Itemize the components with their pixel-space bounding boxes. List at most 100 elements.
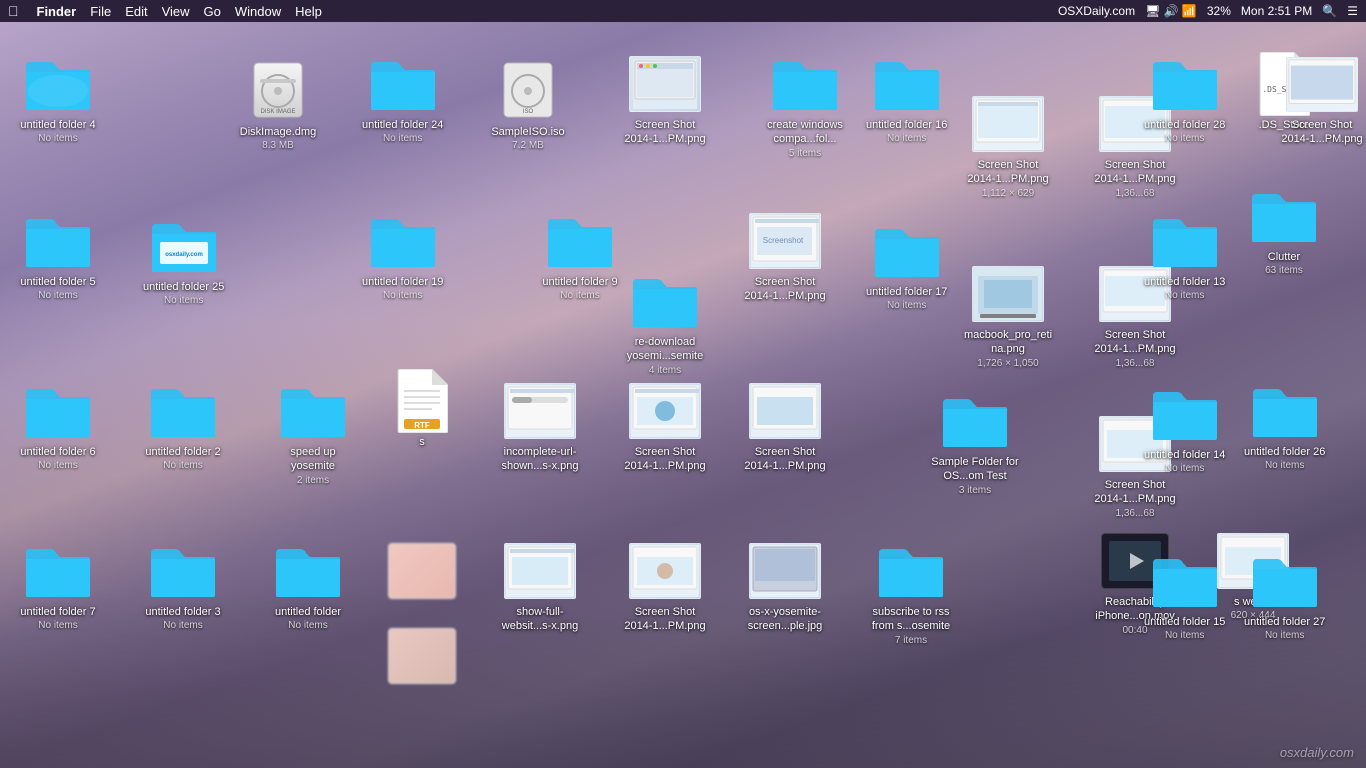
svg-text:ISO: ISO: [523, 109, 534, 115]
desktop-item-ss4[interactable]: Screenshot Screen Shot 2014-1...PM.png: [740, 207, 830, 304]
screenshot-icon-wrapper: [625, 50, 705, 118]
desktop-item-uf16[interactable]: untitled folder 16 No items: [866, 50, 947, 144]
desktop-item-blurred1[interactable]: [382, 537, 462, 605]
menubar-icons: 🖥 🔊 📶: [1145, 4, 1197, 18]
file-menu[interactable]: File: [90, 4, 111, 19]
item-sublabel: No items: [38, 290, 77, 301]
desktop-item-ss9[interactable]: Screen Shot 2014-1...PM.png: [620, 537, 710, 634]
item-label: untitled folder 16: [866, 118, 947, 132]
desktop-item-cwc[interactable]: create windows compa...fol... 5 items: [760, 50, 850, 159]
folder-icon: [1151, 386, 1219, 442]
desktop-item-uf15[interactable]: untitled folder 15 No items: [1144, 547, 1225, 641]
item-label: untitled folder 17: [866, 285, 947, 299]
desktop-item-uf3[interactable]: untitled folder 3 No items: [143, 537, 223, 631]
item-label: Screen Shot 2014-1...PM.png: [1278, 118, 1366, 147]
item-sublabel: 7 items: [895, 635, 927, 646]
item-label: untitled folder 13: [1144, 275, 1225, 289]
desktop-item-showfull[interactable]: show-full-websit...s-x.png: [495, 537, 585, 634]
edit-menu[interactable]: Edit: [125, 4, 147, 19]
folder-icon: [369, 213, 437, 269]
desktop-item-ss6[interactable]: Screen Shot 2014-1...PM.png: [620, 377, 710, 474]
desktop-item-ss7[interactable]: Screen Shot 2014-1...PM.png: [740, 377, 830, 474]
item-label: untitled folder 27: [1244, 615, 1325, 629]
folder-icon-wrapper: osxdaily.com: [144, 212, 224, 280]
item-label: untitled folder 19: [362, 275, 443, 289]
window-menu[interactable]: Window: [235, 4, 281, 19]
item-sublabel: 1,112 × 629: [982, 188, 1034, 199]
list-icon[interactable]: ☰: [1347, 4, 1358, 18]
item-label: Screen Shot 2014-1...PM.png: [620, 118, 710, 147]
desktop-item-speedup[interactable]: speed up yosemite 2 items: [268, 377, 358, 486]
folder-icon: [1250, 188, 1318, 244]
screenshot-thumb: [504, 543, 576, 599]
menubar:  Finder File Edit View Go Window Help O…: [0, 0, 1366, 22]
item-label: show-full-websit...s-x.png: [495, 605, 585, 634]
item-label: re-download yosemi...semite: [620, 335, 710, 364]
desktop-item-incompleteurl[interactable]: incomplete-url-shown...s-x.png: [495, 377, 585, 474]
desktop-item-ufplain[interactable]: untitled folder No items: [268, 537, 348, 631]
desktop-item-osxyosemite[interactable]: os-x-yosemite-screen...ple.jpg: [740, 537, 830, 634]
search-icon[interactable]: 🔍: [1322, 4, 1337, 18]
desktop-item-blurred2[interactable]: [382, 622, 462, 690]
desktop-item-rtf[interactable]: RTF s: [382, 367, 462, 449]
desktop-item-uf7[interactable]: untitled folder 7 No items: [18, 537, 98, 631]
desktop-item-samplefolder[interactable]: Sample Folder for OS...om Test 3 items: [930, 387, 1020, 496]
item-sublabel: No items: [164, 295, 203, 306]
desktop-item-clutter[interactable]: Clutter 63 items: [1244, 182, 1324, 276]
folder-icon: [24, 543, 92, 599]
desktop-item-uf6[interactable]: untitled folder 6 No items: [18, 377, 98, 471]
folder-icon: [873, 223, 941, 279]
item-label: untitled folder 2: [145, 445, 220, 459]
desktop-item-uf17[interactable]: untitled folder 17 No items: [866, 217, 947, 311]
folder-icon-wrapper: [1145, 50, 1225, 118]
help-menu[interactable]: Help: [295, 4, 322, 19]
desktop-item-uf5[interactable]: untitled folder 5 No items: [18, 207, 98, 301]
folder-icon: osxdaily.com: [150, 218, 218, 274]
folder-icon: [546, 213, 614, 269]
desktop-item-uf9[interactable]: untitled folder 9 No items: [540, 207, 620, 301]
desktop-item-uf24[interactable]: untitled folder 24 No items: [362, 50, 443, 144]
item-sublabel: 63 items: [1265, 265, 1303, 276]
apple-menu[interactable]: : [8, 3, 19, 19]
folder-icon-wrapper: [143, 377, 223, 445]
folder-icon-wrapper: [363, 207, 443, 275]
screenshot-icon-wrapper: Screenshot: [745, 207, 825, 275]
item-label: Screen Shot 2014-1...PM.png: [1090, 478, 1180, 507]
desktop-item-uf19[interactable]: untitled folder 19 No items: [362, 207, 443, 301]
desktop-item-rss[interactable]: subscribe to rss from s...osemite 7 item…: [866, 537, 956, 646]
desktop-item-uf14[interactable]: untitled folder 14 No items: [1144, 380, 1225, 474]
item-label: untitled folder 26: [1244, 445, 1325, 459]
item-sublabel: No items: [163, 620, 202, 631]
desktop-item-macbook[interactable]: macbook_pro_retina.png 1,726 × 1,050: [963, 260, 1053, 369]
folder-icon: [149, 543, 217, 599]
item-label: Screen Shot 2014-1...PM.png: [1090, 158, 1180, 187]
item-label: subscribe to rss from s...osemite: [866, 605, 956, 634]
item-sublabel: No items: [1265, 460, 1304, 471]
desktop-item-ss1[interactable]: Screen Shot 2014-1...PM.png: [620, 50, 710, 147]
item-label: os-x-yosemite-screen...ple.jpg: [740, 605, 830, 634]
item-label: untitled folder 28: [1144, 118, 1225, 132]
item-sublabel: 2 items: [297, 475, 329, 486]
desktop-item-redownload[interactable]: re-download yosemi...semite 4 items: [620, 267, 710, 376]
item-label: untitled folder 24: [362, 118, 443, 132]
desktop-item-ss2[interactable]: Screen Shot 2014-1...PM.png 1,112 × 629: [963, 90, 1053, 199]
desktop-item-uf13[interactable]: untitled folder 13 No items: [1144, 207, 1225, 301]
folder-icon-wrapper: [143, 537, 223, 605]
desktop-item-uf28[interactable]: untitled folder 28 No items: [1144, 50, 1225, 144]
screenshot-icon-wrapper: [625, 537, 705, 605]
desktop-item-diskimage[interactable]: DISK IMAGE DiskImage.dmg 8.3 MB: [238, 57, 318, 151]
desktop-item-uf4[interactable]: untitled folder 4 No items: [18, 50, 98, 144]
desktop-item-osxdaily[interactable]: osxdaily.com untitled folder 25 No items: [143, 212, 224, 306]
view-menu[interactable]: View: [162, 4, 190, 19]
folder-icon: [149, 383, 217, 439]
finder-menu[interactable]: Finder: [37, 4, 77, 19]
desktop-item-uf26[interactable]: untitled folder 26 No items: [1244, 377, 1325, 471]
desktop-item-sampleiso[interactable]: ISO SampleISO.iso 7.2 MB: [488, 57, 568, 151]
desktop-item-uf2[interactable]: untitled folder 2 No items: [143, 377, 223, 471]
go-menu[interactable]: Go: [204, 4, 221, 19]
folder-icon: [279, 383, 347, 439]
desktop-item-ssright[interactable]: Screen Shot 2014-1...PM.png: [1278, 50, 1366, 147]
folder-icon-wrapper: [1145, 547, 1225, 615]
item-sublabel: No items: [383, 290, 422, 301]
desktop-item-uf27[interactable]: untitled folder 27 No items: [1244, 547, 1325, 641]
